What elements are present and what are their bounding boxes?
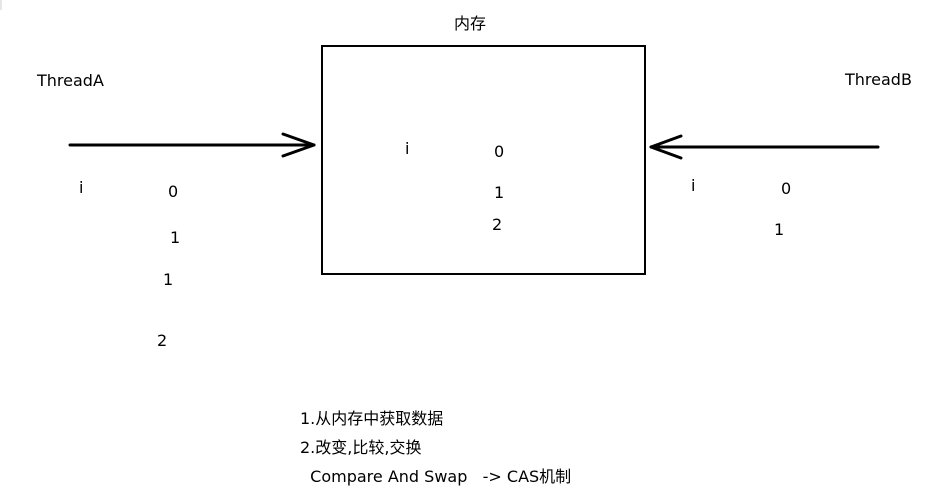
thread-b-arrow [649, 134, 880, 160]
thread-b-title: ThreadB [845, 70, 912, 89]
memory-title: 内存 [454, 14, 487, 33]
memory-value-2: 1 [494, 183, 505, 202]
thread-a-value-3: 1 [163, 270, 174, 289]
note-line-3: Compare And Swap -> CAS机制 [300, 467, 572, 486]
thread-a-title: ThreadA [37, 71, 104, 90]
thread-a-value-1: 0 [168, 182, 179, 201]
memory-var-label: i [405, 139, 410, 158]
thread-a-arrow [68, 132, 316, 158]
thread-b-var-label: i [691, 176, 696, 195]
corner-mark [0, 0, 2, 10]
thread-b-value-1: 0 [781, 179, 792, 198]
note-line-2: 2.改变,比较,交换 [300, 438, 422, 457]
memory-value-1: 0 [494, 142, 505, 161]
thread-a-value-2: 1 [170, 228, 181, 247]
memory-value-3: 2 [492, 215, 503, 234]
thread-b-value-2: 1 [774, 220, 785, 239]
thread-a-var-label: i [79, 178, 84, 197]
memory-box [321, 45, 646, 275]
note-line-1: 1.从内存中获取数据 [300, 409, 444, 428]
notes: 1.从内存中获取数据 2.改变,比较,交换 Compare And Swap -… [300, 404, 571, 491]
thread-a-value-4: 2 [157, 331, 168, 350]
